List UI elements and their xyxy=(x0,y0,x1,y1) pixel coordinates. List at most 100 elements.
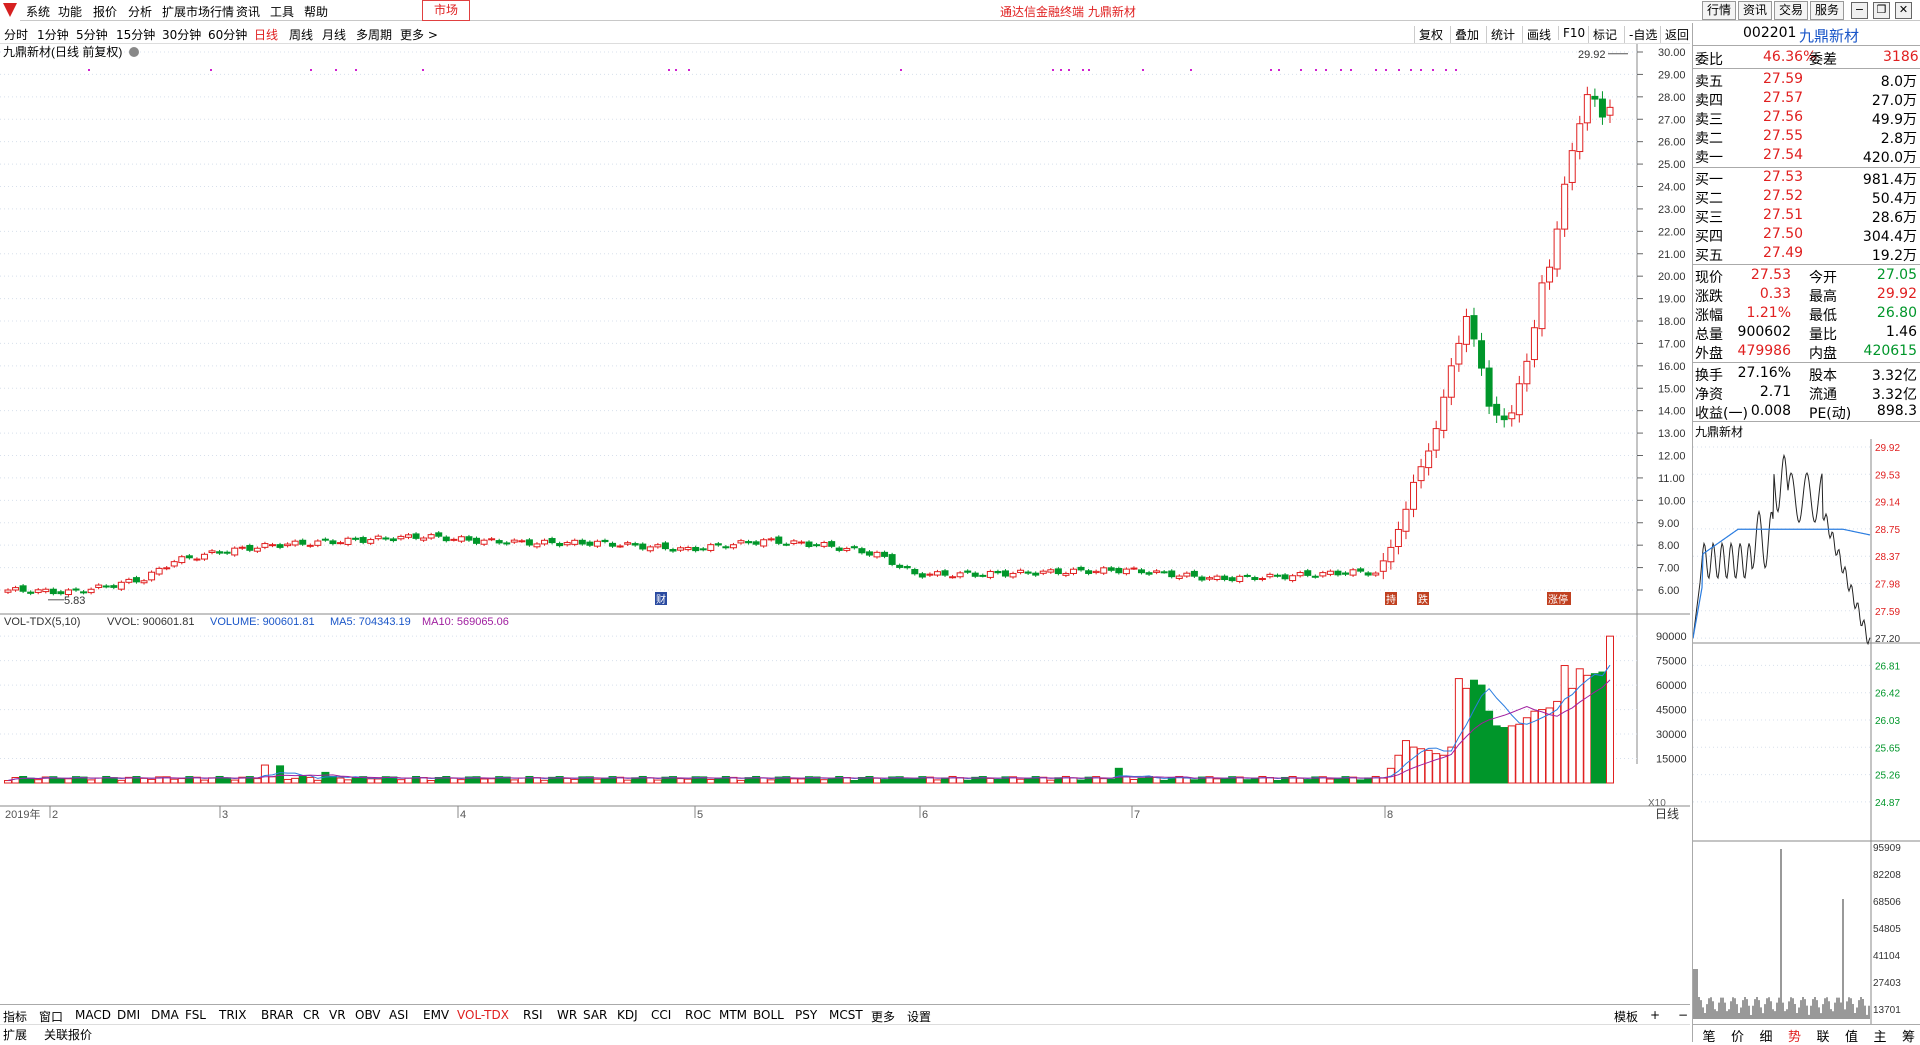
indicator-tab-mcst[interactable]: MCST xyxy=(829,1008,863,1022)
indicator-tab-cr[interactable]: CR xyxy=(303,1008,320,1022)
indicator-tab-psy[interactable]: PSY xyxy=(795,1008,817,1022)
tool-draw[interactable]: 画线 xyxy=(1522,26,1551,43)
quote-tab-7[interactable]: 筹 xyxy=(1893,1026,1920,1045)
status-related-quote[interactable]: 关联报价 xyxy=(44,1026,92,1043)
indicator-tab-dma[interactable]: DMA xyxy=(151,1008,179,1022)
tool-f10[interactable]: F10 xyxy=(1558,26,1585,40)
tool-fuquan[interactable]: 复权 xyxy=(1414,26,1443,43)
menu-function[interactable]: 功能 xyxy=(58,3,82,20)
tool-stats[interactable]: 统计 xyxy=(1486,26,1515,43)
minimize-icon[interactable]: − xyxy=(1851,2,1868,19)
indicator-tab-asi[interactable]: ASI xyxy=(389,1008,408,1022)
candle-body xyxy=(723,547,729,548)
indicator-tab-brar[interactable]: BRAR xyxy=(261,1008,294,1022)
quote-tab-6[interactable]: 主 xyxy=(1864,1026,1896,1045)
restore-icon[interactable]: ❐ xyxy=(1873,2,1890,19)
volume-bar xyxy=(1584,675,1591,783)
volume-bar xyxy=(1244,780,1251,783)
volume-bar xyxy=(65,779,72,783)
period-weekly[interactable]: 周线 xyxy=(289,26,313,43)
price-tick: 10.00 xyxy=(1658,495,1686,507)
period-multi[interactable]: 多周期 xyxy=(356,26,392,43)
candle-body xyxy=(224,552,230,553)
candle-body xyxy=(1433,429,1439,451)
indicator-tab-macd[interactable]: MACD xyxy=(75,1008,111,1022)
period-1min[interactable]: 1分钟 xyxy=(37,26,69,43)
btn-service[interactable]: 服务 xyxy=(1810,1,1844,20)
chart-settings-icon[interactable] xyxy=(129,47,139,57)
vol-ma10: MA10: 569065.06 xyxy=(422,616,509,628)
btn-trade[interactable]: 交易 xyxy=(1774,1,1808,20)
indicator-right-2[interactable]: − xyxy=(1678,1008,1688,1022)
menu-quote[interactable]: 报价 xyxy=(93,3,117,20)
period-60min[interactable]: 60分钟 xyxy=(208,26,247,43)
candle-body xyxy=(602,540,608,541)
status-expand[interactable]: 扩展 xyxy=(3,1026,27,1043)
intraday-mini-chart[interactable]: 29.9229.5329.1428.7528.3727.9827.5927.20… xyxy=(1693,439,1920,1025)
menu-tools[interactable]: 工具 xyxy=(270,3,294,20)
tool-overlay[interactable]: 叠加 xyxy=(1450,26,1479,43)
volume-bar xyxy=(647,778,654,783)
tool-watchlist[interactable]: -自选 xyxy=(1624,26,1657,43)
period-15min[interactable]: 15分钟 xyxy=(116,26,155,43)
btn-news[interactable]: 资讯 xyxy=(1738,1,1772,20)
market-tab[interactable]: 市场 xyxy=(422,0,470,21)
period-daily[interactable]: 日线 xyxy=(254,26,278,43)
volume-bar xyxy=(1455,679,1462,783)
menu-system[interactable]: 系统 xyxy=(26,3,50,20)
indicator-tab-设置[interactable]: 设置 xyxy=(907,1008,931,1025)
period-monthly[interactable]: 月线 xyxy=(322,26,346,43)
quote-tab-1[interactable]: 价 xyxy=(1722,1026,1754,1045)
indicator-tab-obv[interactable]: OBV xyxy=(355,1008,381,1022)
indicator-tab-mtm[interactable]: MTM xyxy=(719,1008,747,1022)
indicator-tab-rsi[interactable]: RSI xyxy=(523,1008,543,1022)
indicator-right-1[interactable]: + xyxy=(1650,1008,1660,1022)
candle-body xyxy=(1229,578,1235,581)
menu-help[interactable]: 帮助 xyxy=(304,3,328,20)
quote-tab-3[interactable]: 势 xyxy=(1779,1026,1811,1045)
menu-analysis[interactable]: 分析 xyxy=(128,3,152,20)
period-30min[interactable]: 30分钟 xyxy=(162,26,201,43)
indicator-tab-roc[interactable]: ROC xyxy=(685,1008,711,1022)
volume-bar xyxy=(685,779,692,783)
indicator-tab-cci[interactable]: CCI xyxy=(651,1008,671,1022)
indicator-tab-vr[interactable]: VR xyxy=(329,1008,346,1022)
tool-back[interactable]: 返回 xyxy=(1660,26,1689,43)
weicha-label: 委差 xyxy=(1809,49,1837,69)
indicator-tab-emv[interactable]: EMV xyxy=(423,1008,449,1022)
period-5min[interactable]: 5分钟 xyxy=(76,26,108,43)
indicator-right-0[interactable]: 模板 xyxy=(1614,1008,1638,1025)
indicator-tab-boll[interactable]: BOLL xyxy=(753,1008,784,1022)
quote-tab-0[interactable]: 笔 xyxy=(1693,1026,1725,1045)
quote-tab-2[interactable]: 细 xyxy=(1750,1026,1782,1045)
signal-dot xyxy=(1068,69,1070,71)
candle-body xyxy=(1547,267,1553,282)
menu-ext-market[interactable]: 扩展市场行情 xyxy=(162,3,234,20)
indicator-tab-窗口[interactable]: 窗口 xyxy=(39,1008,63,1025)
indicator-tab-fsl[interactable]: FSL xyxy=(185,1008,206,1022)
btn-quote[interactable]: 行情 xyxy=(1702,1,1736,20)
indicator-tab-vol-tdx[interactable]: VOL-TDX xyxy=(457,1008,509,1022)
candle-body xyxy=(1259,579,1265,580)
candle-body xyxy=(662,543,668,549)
quote-tab-4[interactable]: 联 xyxy=(1807,1026,1839,1045)
indicator-tab-dmi[interactable]: DMI xyxy=(117,1008,140,1022)
kline-chart[interactable]: 九鼎新材(日线 前复权) 30.0029.0028.0027.0026.0025… xyxy=(0,44,1690,1004)
close-icon[interactable]: ✕ xyxy=(1895,2,1912,19)
indicator-tab-sar[interactable]: SAR xyxy=(583,1008,607,1022)
volume-bar xyxy=(677,779,684,783)
indicator-tab-kdj[interactable]: KDJ xyxy=(617,1008,638,1022)
period-more[interactable]: 更多 > xyxy=(400,26,438,43)
quote-tab-5[interactable]: 值 xyxy=(1836,1026,1868,1045)
period-tick[interactable]: 分时 xyxy=(4,26,28,43)
indicator-tab-指标[interactable]: 指标 xyxy=(3,1008,27,1025)
mini-volume-tick: 41104 xyxy=(1873,951,1901,962)
indicator-tab-更多[interactable]: 更多 xyxy=(871,1008,895,1025)
bid-row: 买二27.5250.4万 xyxy=(1693,188,1920,207)
menu-news[interactable]: 资讯 xyxy=(236,3,260,20)
tool-mark[interactable]: 标记 xyxy=(1588,26,1617,43)
indicator-tab-trix[interactable]: TRIX xyxy=(219,1008,246,1022)
indicator-tab-wr[interactable]: WR xyxy=(557,1008,577,1022)
price-tick: 20.00 xyxy=(1658,271,1686,283)
app-logo-icon[interactable] xyxy=(0,0,20,21)
